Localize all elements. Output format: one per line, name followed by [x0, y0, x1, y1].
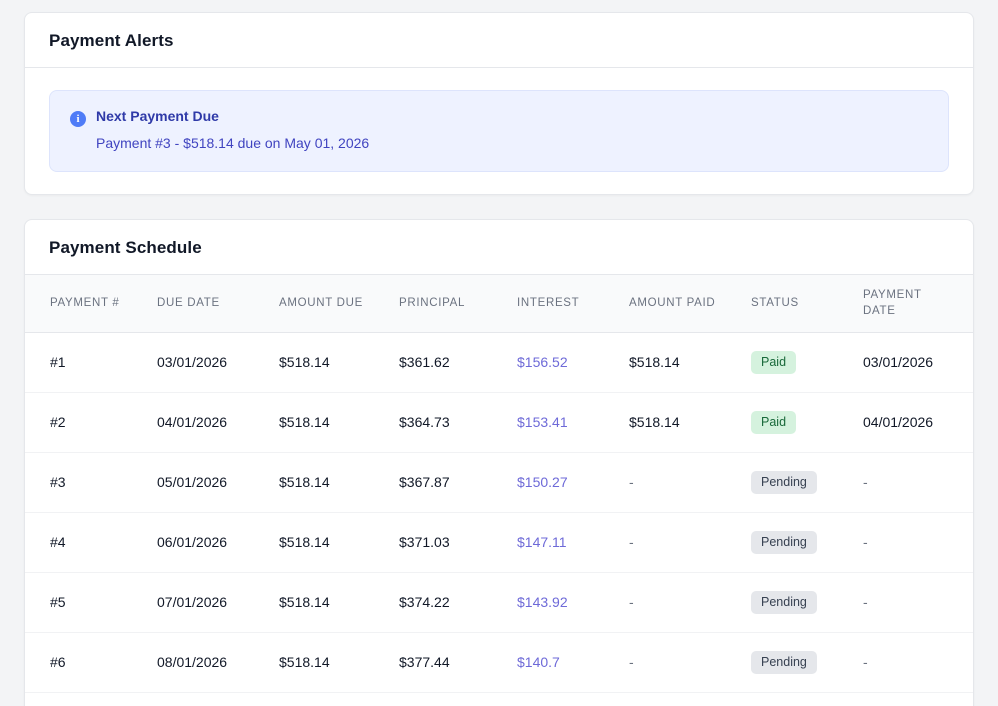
cell-principal: $371.03 [383, 512, 501, 572]
alert-text: Next Payment Due Payment #3 - $518.14 du… [96, 108, 928, 152]
cell-status: Pending [735, 512, 847, 572]
table-row: #7 09/01/2026 $518.14 $380.69 $137.45 - … [25, 692, 973, 706]
cell-payment-number: #1 [25, 332, 141, 392]
payment-alerts-card: Payment Alerts i Next Payment Due Paymen… [24, 12, 974, 195]
payment-schedule-header: Payment Schedule [25, 220, 973, 274]
cell-amount-paid: - [613, 632, 735, 692]
cell-payment-number: #4 [25, 512, 141, 572]
cell-status: Pending [735, 692, 847, 706]
cell-amount-due: $518.14 [263, 332, 383, 392]
cell-amount-due: $518.14 [263, 392, 383, 452]
cell-interest: $153.41 [501, 392, 613, 452]
cell-payment-number: #5 [25, 572, 141, 632]
table-row: #5 07/01/2026 $518.14 $374.22 $143.92 - … [25, 572, 973, 632]
cell-interest: $150.27 [501, 452, 613, 512]
cell-principal: $377.44 [383, 632, 501, 692]
cell-payment-number: #2 [25, 392, 141, 452]
cell-payment-date: - [847, 512, 973, 572]
table-row: #2 04/01/2026 $518.14 $364.73 $153.41 $5… [25, 392, 973, 452]
payment-schedule-table: Payment # Due Date Amount Due Principal … [25, 274, 973, 706]
table-row: #1 03/01/2026 $518.14 $361.62 $156.52 $5… [25, 332, 973, 392]
info-icon: i [70, 111, 86, 127]
col-header-amount-due: Amount Due [263, 274, 383, 332]
payment-schedule-title: Payment Schedule [49, 238, 949, 258]
col-header-principal: Principal [383, 274, 501, 332]
cell-amount-due: $518.14 [263, 512, 383, 572]
cell-payment-date: - [847, 452, 973, 512]
payment-alerts-body: i Next Payment Due Payment #3 - $518.14 … [25, 68, 973, 194]
cell-due-date: 07/01/2026 [141, 572, 263, 632]
cell-principal: $374.22 [383, 572, 501, 632]
status-badge: Pending [751, 591, 817, 614]
cell-payment-date: 03/01/2026 [847, 332, 973, 392]
cell-payment-number: #6 [25, 632, 141, 692]
cell-status: Pending [735, 632, 847, 692]
cell-due-date: 03/01/2026 [141, 332, 263, 392]
cell-due-date: 05/01/2026 [141, 452, 263, 512]
cell-amount-due: $518.14 [263, 632, 383, 692]
cell-amount-paid: $518.14 [613, 392, 735, 452]
cell-status: Pending [735, 452, 847, 512]
cell-amount-paid: - [613, 512, 735, 572]
cell-payment-number: #7 [25, 692, 141, 706]
cell-amount-paid: - [613, 452, 735, 512]
cell-status: Pending [735, 572, 847, 632]
cell-interest: $140.7 [501, 632, 613, 692]
cell-payment-number: #3 [25, 452, 141, 512]
cell-status: Paid [735, 332, 847, 392]
next-payment-alert: i Next Payment Due Payment #3 - $518.14 … [49, 90, 949, 172]
alert-message: Payment #3 - $518.14 due on May 01, 2026 [96, 135, 928, 152]
cell-principal: $380.69 [383, 692, 501, 706]
col-header-payment-date: Payment Date [847, 274, 973, 332]
cell-due-date: 06/01/2026 [141, 512, 263, 572]
status-badge: Paid [751, 411, 796, 434]
status-badge: Pending [751, 471, 817, 494]
cell-status: Paid [735, 392, 847, 452]
col-header-interest: Interest [501, 274, 613, 332]
cell-amount-paid: $518.14 [613, 332, 735, 392]
cell-payment-date: 04/01/2026 [847, 392, 973, 452]
payment-alerts-header: Payment Alerts [25, 13, 973, 68]
cell-due-date: 09/01/2026 [141, 692, 263, 706]
cell-payment-date: - [847, 632, 973, 692]
table-row: #6 08/01/2026 $518.14 $377.44 $140.7 - P… [25, 632, 973, 692]
cell-interest: $147.11 [501, 512, 613, 572]
cell-principal: $364.73 [383, 392, 501, 452]
table-row: #3 05/01/2026 $518.14 $367.87 $150.27 - … [25, 452, 973, 512]
cell-payment-date: - [847, 692, 973, 706]
cell-interest: $137.45 [501, 692, 613, 706]
cell-payment-date: - [847, 572, 973, 632]
cell-interest: $143.92 [501, 572, 613, 632]
table-row: #4 06/01/2026 $518.14 $371.03 $147.11 - … [25, 512, 973, 572]
alert-title: Next Payment Due [96, 108, 928, 125]
cell-amount-paid: - [613, 572, 735, 632]
cell-amount-paid: - [613, 692, 735, 706]
cell-principal: $367.87 [383, 452, 501, 512]
status-badge: Pending [751, 651, 817, 674]
cell-due-date: 08/01/2026 [141, 632, 263, 692]
col-header-payment-number: Payment # [25, 274, 141, 332]
col-header-due-date: Due Date [141, 274, 263, 332]
status-badge: Pending [751, 531, 817, 554]
payment-alerts-title: Payment Alerts [49, 31, 949, 51]
payment-schedule-card: Payment Schedule Payment # Due Date Amou… [24, 219, 974, 706]
cell-due-date: 04/01/2026 [141, 392, 263, 452]
cell-principal: $361.62 [383, 332, 501, 392]
col-header-amount-paid: Amount Paid [613, 274, 735, 332]
table-head: Payment # Due Date Amount Due Principal … [25, 274, 973, 332]
cell-amount-due: $518.14 [263, 692, 383, 706]
col-header-status: Status [735, 274, 847, 332]
cell-amount-due: $518.14 [263, 572, 383, 632]
cell-interest: $156.52 [501, 332, 613, 392]
status-badge: Paid [751, 351, 796, 374]
cell-amount-due: $518.14 [263, 452, 383, 512]
schedule-table-body: #1 03/01/2026 $518.14 $361.62 $156.52 $5… [25, 332, 973, 706]
